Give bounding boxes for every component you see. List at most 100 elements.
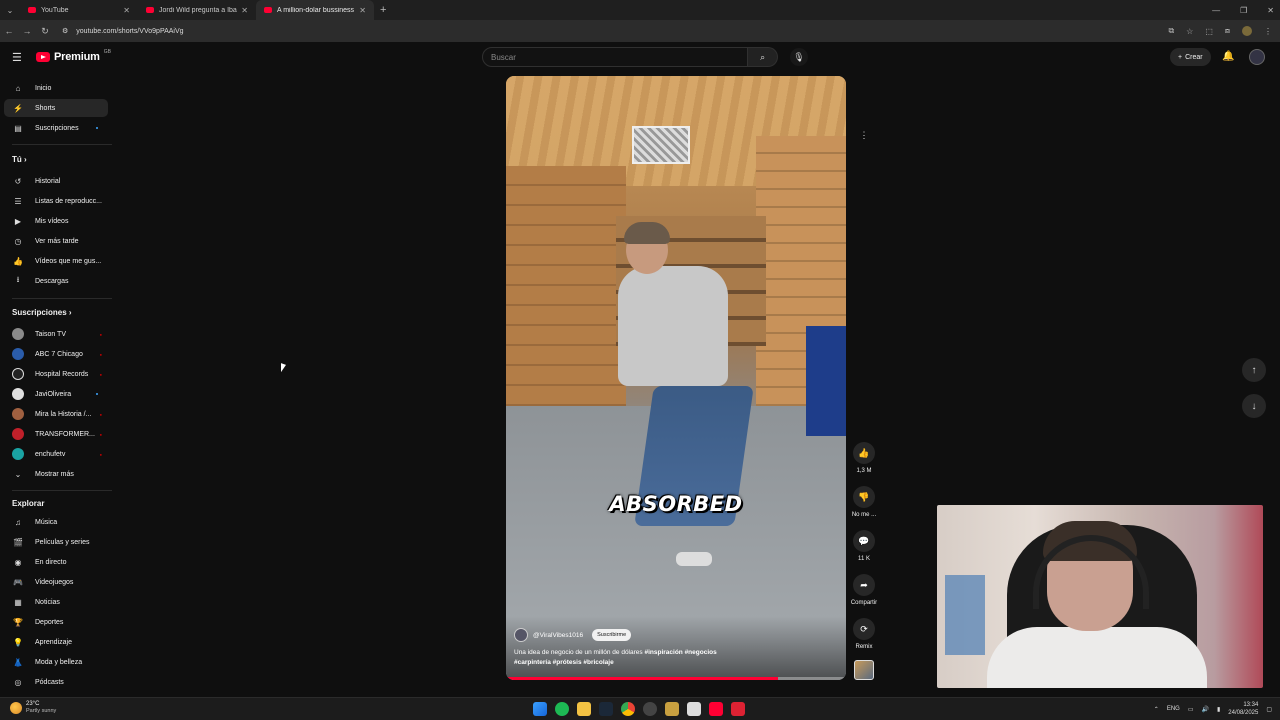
remix-button[interactable]: ⟳ Remix bbox=[846, 618, 882, 650]
windows-start-icon[interactable] bbox=[533, 702, 547, 716]
microphone-icon: 🎙 bbox=[793, 51, 805, 62]
previous-short-button[interactable]: ↑ bbox=[1242, 358, 1266, 382]
sidebar-item-movies[interactable]: 🎬 Películas y series bbox=[4, 533, 108, 551]
account-avatar[interactable] bbox=[1249, 49, 1265, 65]
comments-button[interactable]: 💬 11 K bbox=[846, 530, 882, 562]
search-button[interactable]: ⌕ bbox=[748, 47, 778, 67]
tray-chevron-icon[interactable]: ⌃ bbox=[1154, 706, 1159, 713]
browser-tab-active[interactable]: A million-dolar bussiness a ✕ bbox=[256, 0, 374, 20]
sidebar-item-live[interactable]: ◉ En directo bbox=[4, 553, 108, 571]
sidebar-channel[interactable]: JaviOliveira bbox=[4, 385, 108, 403]
steam-icon[interactable] bbox=[599, 702, 613, 716]
sidebar-channel[interactable]: Taison TV ● bbox=[4, 325, 108, 343]
close-window-icon[interactable]: ✕ bbox=[1267, 6, 1274, 15]
reload-icon[interactable]: ↻ bbox=[36, 26, 54, 37]
weather-widget[interactable]: 23°C Partly sunny bbox=[10, 701, 56, 715]
divider bbox=[12, 144, 112, 145]
sidebar-item-your-videos[interactable]: ▶ Mis vídeos bbox=[4, 212, 108, 230]
sidebar-channel[interactable]: Hospital Records ● bbox=[4, 365, 108, 383]
subscribe-button[interactable]: Suscribirme bbox=[592, 629, 632, 641]
sidebar-item-playlists[interactable]: ☰ Listas de reproducc... bbox=[4, 192, 108, 210]
tab-close-icon[interactable]: ✕ bbox=[359, 6, 366, 15]
channel-handle[interactable]: @ViralVibes1016 bbox=[533, 632, 583, 639]
dislike-button[interactable]: 👎 No me ... bbox=[846, 486, 882, 518]
browser-menu-icon[interactable]: ⋮ bbox=[1264, 27, 1272, 36]
new-tab-button[interactable]: + bbox=[380, 4, 386, 16]
app-icon[interactable] bbox=[665, 702, 679, 716]
language-indicator[interactable]: ENG bbox=[1167, 706, 1180, 712]
sidebar-channel[interactable]: TRANSFORMER... ● bbox=[4, 425, 108, 443]
site-info-icon[interactable]: ⚙ bbox=[62, 27, 68, 35]
bookmark-star-icon[interactable]: ☆ bbox=[1186, 27, 1193, 36]
channel-avatar[interactable] bbox=[514, 628, 528, 642]
browser-tab[interactable]: Jordi Wild pregunta a Ibai si e ✕ bbox=[138, 0, 256, 20]
tab-title: A million-dolar bussiness a bbox=[277, 6, 356, 14]
subscriptions-section-header[interactable]: Suscripciones › bbox=[12, 308, 72, 317]
video-frame bbox=[618, 266, 728, 386]
menu-icon[interactable]: ☰ bbox=[12, 51, 24, 64]
next-short-button[interactable]: ↓ bbox=[1242, 394, 1266, 418]
hashtags: #inspiración #negocios bbox=[644, 649, 717, 656]
sidebar-item-liked-videos[interactable]: 👍 Vídeos que me gus... bbox=[4, 252, 108, 270]
maximize-icon[interactable]: ❐ bbox=[1240, 6, 1247, 15]
sidebar-item-downloads[interactable]: ⭳ Descargas bbox=[4, 272, 108, 290]
store-icon[interactable] bbox=[687, 702, 701, 716]
sidebar-item-gaming[interactable]: 🎮 Videojuegos bbox=[4, 573, 108, 591]
sidebar-item-shorts[interactable]: ⚡ Shorts bbox=[4, 99, 108, 117]
search-input[interactable]: Buscar bbox=[482, 47, 749, 67]
create-button[interactable]: + Crear bbox=[1170, 48, 1211, 66]
shorts-video-player[interactable]: ABSORBED @ViralVibes1016 Suscribirme Una… bbox=[506, 76, 846, 680]
file-explorer-icon[interactable] bbox=[577, 702, 591, 716]
calendar-app-icon[interactable] bbox=[731, 702, 745, 716]
sidebar-item-home[interactable]: ⌂ Inicio bbox=[4, 79, 108, 97]
channel-name: ABC 7 Chicago bbox=[35, 350, 83, 358]
short-description[interactable]: Una idea de negocio de un millón de dóla… bbox=[514, 648, 834, 668]
notifications-bell-icon[interactable]: 🔔 bbox=[1222, 51, 1234, 62]
youtube-logo[interactable]: Premium GB bbox=[36, 49, 111, 63]
sidebar-item-news[interactable]: ▦ Noticias bbox=[4, 593, 108, 611]
like-button[interactable]: 👍 1,3 M bbox=[846, 442, 882, 474]
you-section-header[interactable]: Tú › bbox=[12, 155, 27, 164]
url-field[interactable]: ⚙ youtube.com/shorts/VVo9pPAAiVg bbox=[62, 27, 184, 36]
battery-icon[interactable]: ▮ bbox=[1217, 706, 1220, 713]
sidebar-item-label: Mis vídeos bbox=[35, 217, 69, 225]
notifications-icon[interactable]: ▢ bbox=[1266, 706, 1272, 713]
more-options-icon[interactable]: ⋮ bbox=[856, 130, 872, 146]
tab-groups-icon[interactable]: ⧈ bbox=[1225, 26, 1230, 36]
open-in-app-icon[interactable]: ⧉ bbox=[1168, 26, 1174, 36]
clock[interactable]: 13:34 24/08/2025 bbox=[1228, 701, 1258, 717]
chrome-icon[interactable] bbox=[621, 702, 635, 716]
sidebar-item-music[interactable]: ♫ Música bbox=[4, 513, 108, 531]
back-icon[interactable]: ← bbox=[0, 26, 18, 36]
sidebar-channel[interactable]: ABC 7 Chicago ● bbox=[4, 345, 108, 363]
sidebar-item-learning[interactable]: 💡 Aprendizaje bbox=[4, 633, 108, 651]
share-button[interactable]: ➦ Compartir bbox=[846, 574, 882, 606]
spotify-icon[interactable] bbox=[555, 702, 569, 716]
obs-icon[interactable] bbox=[643, 702, 657, 716]
sound-thumbnail[interactable] bbox=[854, 660, 874, 680]
voice-search-button[interactable]: 🎙 bbox=[790, 48, 808, 66]
sidebar-item-watch-later[interactable]: ◷ Ver más tarde bbox=[4, 232, 108, 250]
tab-search-icon[interactable]: ⌄ bbox=[0, 6, 20, 15]
network-icon[interactable]: ▭ bbox=[1188, 706, 1194, 713]
sports-icon: 🏆 bbox=[13, 617, 23, 627]
sidebar-item-label: Listas de reproducc... bbox=[35, 197, 102, 205]
sidebar-item-fashion[interactable]: 👗 Moda y belleza bbox=[4, 653, 108, 671]
sidebar-item-sports[interactable]: 🏆 Deportes bbox=[4, 613, 108, 631]
profile-icon[interactable] bbox=[1242, 26, 1252, 36]
sidebar-item-history[interactable]: ↺ Historial bbox=[4, 172, 108, 190]
show-more-button[interactable]: ⌄ Mostrar más bbox=[4, 465, 108, 483]
extensions-icon[interactable]: ⬚ bbox=[1205, 27, 1213, 36]
progress-bar[interactable] bbox=[506, 677, 846, 680]
sidebar-channel[interactable]: enchufetv ● bbox=[4, 445, 108, 463]
sidebar-item-podcasts[interactable]: ◎ Pódcasts bbox=[4, 673, 108, 691]
minimize-icon[interactable]: — bbox=[1212, 6, 1220, 15]
sidebar-item-subscriptions[interactable]: ▤ Suscripciones bbox=[4, 119, 108, 137]
youtube-app-icon[interactable] bbox=[709, 702, 723, 716]
tab-close-icon[interactable]: ✕ bbox=[123, 6, 130, 15]
tab-close-icon[interactable]: ✕ bbox=[241, 6, 248, 15]
volume-icon[interactable]: 🔊 bbox=[1202, 706, 1209, 713]
browser-tab[interactable]: YouTube ✕ bbox=[20, 0, 138, 20]
sidebar-channel[interactable]: Mira la Historia /... ● bbox=[4, 405, 108, 423]
forward-icon[interactable]: → bbox=[18, 26, 36, 36]
